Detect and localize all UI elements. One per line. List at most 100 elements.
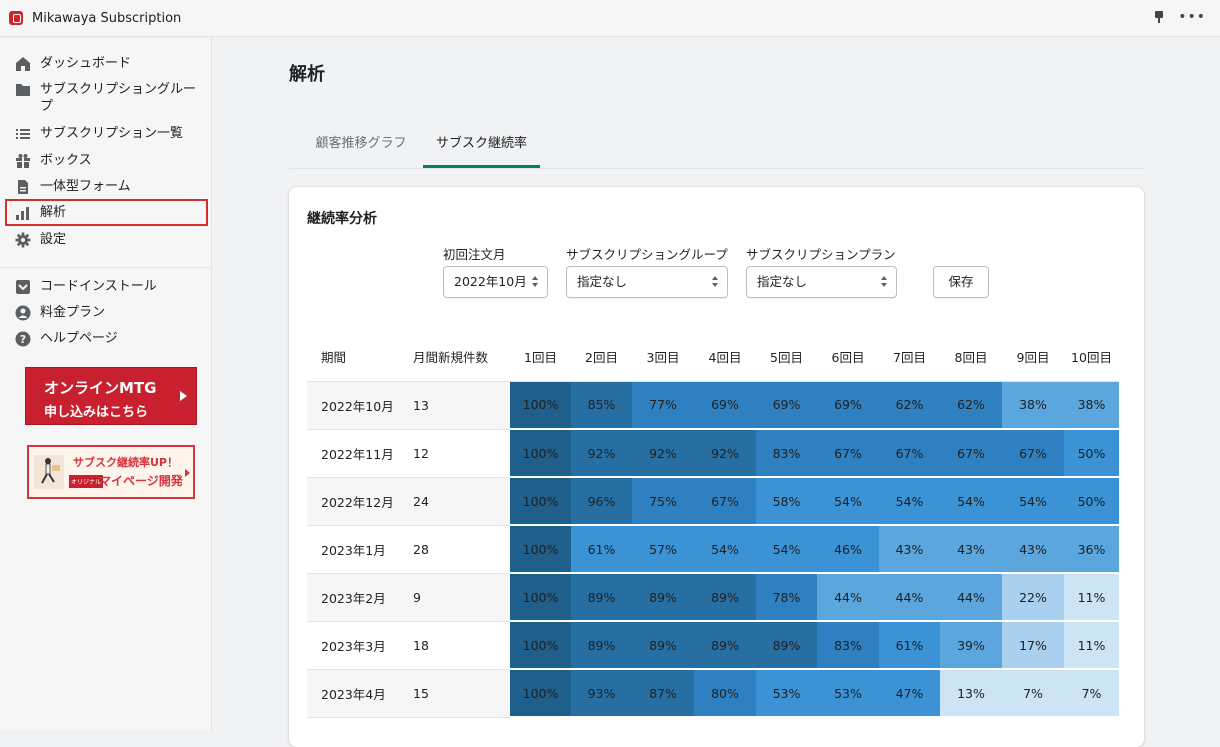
- first-order-month-label: 初回注文月: [443, 247, 506, 262]
- retention-cell: 100%: [510, 573, 571, 622]
- table-row: 2023年4月 15 100% 93% 87% 80% 53% 53% 47% 13% 7% 7%: [307, 669, 1119, 718]
- period-cell: 2023年3月: [307, 621, 405, 670]
- subscription-group-label: サブスクリプショングループ: [566, 247, 728, 262]
- retention-cell: 75%: [632, 477, 694, 526]
- sidebar-item-box[interactable]: ボックス: [14, 152, 200, 170]
- app-logo-icon: [9, 11, 23, 25]
- save-button[interactable]: 保存: [933, 266, 989, 298]
- column-header: 9回目: [1002, 333, 1064, 382]
- retention-cell: 50%: [1064, 477, 1119, 526]
- retention-analysis-card: 継続率分析 初回注文月 サブスクリプショングループ サブスクリプションプラン 2…: [289, 187, 1144, 747]
- card-title: 継続率分析: [307, 211, 377, 227]
- retention-cell: 61%: [879, 621, 940, 670]
- retention-cell: 69%: [756, 381, 817, 430]
- retention-cell: 80%: [694, 669, 756, 718]
- retention-cell: 100%: [510, 477, 571, 526]
- retention-cell: 54%: [756, 525, 817, 574]
- more-options-icon[interactable]: •••: [1178, 10, 1206, 24]
- retention-cell: 78%: [756, 573, 817, 622]
- user-icon: [14, 304, 32, 322]
- retention-cell: 38%: [1064, 381, 1119, 430]
- retention-cell: 54%: [1002, 477, 1064, 526]
- retention-cell: 89%: [632, 573, 694, 622]
- install-icon: [14, 278, 32, 296]
- retention-cell: 22%: [1002, 573, 1064, 622]
- subscription-plan-select[interactable]: 指定なし: [746, 266, 897, 298]
- online-mtg-banner[interactable]: オンラインMTG 申し込みはこちら: [25, 367, 197, 425]
- subscription-group-select[interactable]: 指定なし: [566, 266, 728, 298]
- sidebar-item-label: 料金プラン: [40, 305, 106, 320]
- sidebar-item-settings[interactable]: 設定: [14, 231, 200, 249]
- sidebar-item-label: ボックス: [40, 153, 92, 168]
- retention-cell: 62%: [879, 381, 940, 430]
- sidebar-item-subscription-groups[interactable]: サブスクリプショングループ: [14, 81, 200, 115]
- retention-cell: 39%: [940, 621, 1002, 670]
- period-cell: 2023年1月: [307, 525, 405, 574]
- retention-cell: 36%: [1064, 525, 1119, 574]
- retention-cell: 58%: [756, 477, 817, 526]
- title-bar: Mikawaya Subscription •••: [0, 0, 1220, 37]
- banner-line1: オンラインMTG: [44, 379, 157, 397]
- sidebar-item-label: ヘルプページ: [40, 331, 118, 346]
- retention-cell: 89%: [571, 621, 632, 670]
- retention-cell: 43%: [1002, 525, 1064, 574]
- sidebar-item-label: ダッシュボード: [40, 56, 132, 71]
- retention-cell: 85%: [571, 381, 632, 430]
- retention-cell: 67%: [694, 477, 756, 526]
- pin-icon[interactable]: [1154, 10, 1164, 24]
- retention-cell: 43%: [940, 525, 1002, 574]
- retention-cell: 89%: [632, 621, 694, 670]
- gift-icon: [14, 152, 32, 170]
- sidebar-item-subscription-list[interactable]: サブスクリプション一覧: [14, 125, 200, 143]
- sidebar-item-integrated-form[interactable]: 一体型フォーム: [14, 178, 200, 196]
- period-cell: 2022年11月: [307, 429, 405, 478]
- column-header: 期間: [307, 333, 405, 382]
- retention-cell: 67%: [940, 429, 1002, 478]
- retention-cell: 54%: [879, 477, 940, 526]
- new-count-cell: 12: [405, 429, 510, 478]
- first-order-month-select[interactable]: 2022年10月: [443, 266, 548, 298]
- retention-cell: 92%: [571, 429, 632, 478]
- gear-icon: [14, 231, 32, 249]
- mypage-dev-banner[interactable]: サブスク継続率UP！ オリジナル マイページ開発: [27, 445, 195, 499]
- tab-customer-trend-graph[interactable]: 顧客推移グラフ: [301, 122, 421, 168]
- tab-subscription-retention[interactable]: サブスク継続率: [423, 122, 540, 168]
- retention-cell: 100%: [510, 669, 571, 718]
- sidebar-item-pricing[interactable]: 料金プラン: [14, 304, 200, 322]
- banner-line1: サブスク継続率UP！: [73, 456, 178, 469]
- sidebar-item-code-install[interactable]: コードインストール: [14, 278, 200, 296]
- retention-cell: 100%: [510, 429, 571, 478]
- new-count-cell: 28: [405, 525, 510, 574]
- sidebar-item-label: サブスクリプショングループ: [40, 82, 197, 114]
- tab-bar: 顧客推移グラフ サブスク継続率: [289, 122, 1144, 169]
- retention-cell: 89%: [571, 573, 632, 622]
- retention-cell: 43%: [879, 525, 940, 574]
- retention-cell: 83%: [756, 429, 817, 478]
- sidebar-item-analytics[interactable]: 解析: [14, 204, 200, 222]
- retention-cell: 47%: [879, 669, 940, 718]
- column-header: 2回目: [571, 333, 632, 382]
- retention-cell: 61%: [571, 525, 632, 574]
- retention-cell: 11%: [1064, 621, 1119, 670]
- sidebar-item-help[interactable]: ? ヘルプページ: [14, 330, 200, 348]
- retention-cell: 46%: [817, 525, 879, 574]
- retention-cell: 87%: [632, 669, 694, 718]
- table-row: 2023年2月 9 100% 89% 89% 89% 78% 44% 44% 44% 22% 11%: [307, 573, 1119, 622]
- retention-cell: 44%: [817, 573, 879, 622]
- retention-cell: 17%: [1002, 621, 1064, 670]
- help-icon: ?: [14, 330, 32, 348]
- home-icon: [14, 55, 32, 73]
- banner-line2: 申し込みはこちら: [44, 405, 149, 420]
- retention-cell: 100%: [510, 621, 571, 670]
- retention-cell: 11%: [1064, 573, 1119, 622]
- period-cell: 2022年10月: [307, 381, 405, 430]
- select-chevron-icon: [881, 276, 887, 288]
- retention-cell: 53%: [817, 669, 879, 718]
- retention-cell: 67%: [1002, 429, 1064, 478]
- select-value: 2022年10月: [454, 274, 527, 289]
- analytics-icon: [14, 204, 32, 222]
- page-title: 解析: [289, 64, 325, 85]
- retention-cell: 100%: [510, 381, 571, 430]
- banner-line2: マイページ開発: [99, 474, 183, 488]
- sidebar-item-dashboard[interactable]: ダッシュボード: [14, 55, 200, 73]
